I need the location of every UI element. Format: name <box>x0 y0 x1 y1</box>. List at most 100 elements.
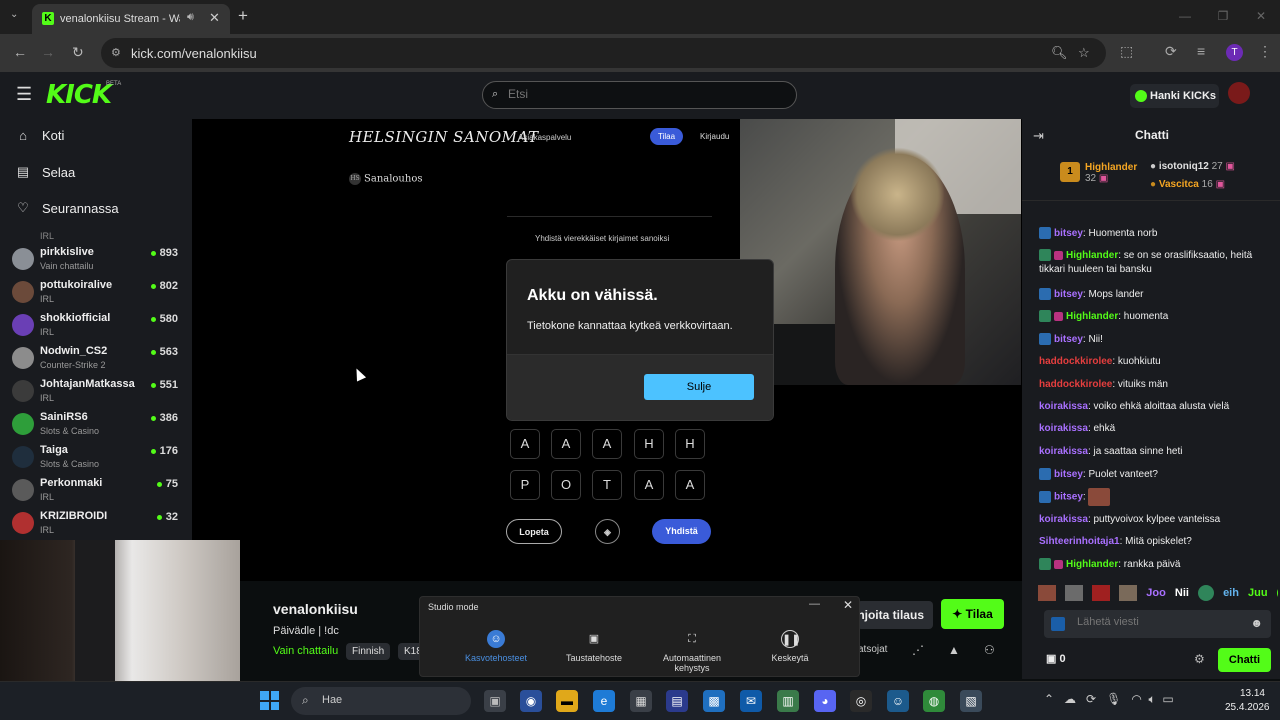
close-window-button[interactable]: ✕ <box>1242 0 1280 34</box>
auto-framing-toggle[interactable]: ⛶ Automaattinen kehystys <box>647 630 737 673</box>
top-gifter[interactable]: ● Vascitca 16 ▣ <box>1150 179 1225 190</box>
channel-name[interactable]: venalonkiisu <box>273 601 358 617</box>
close-tab-icon[interactable]: ✕ <box>209 10 220 26</box>
sidebar-item-home[interactable]: ⌂ Koti <box>16 128 64 143</box>
chat-username[interactable]: bitsey <box>1054 289 1083 300</box>
stream-category[interactable]: Vain chattailu <box>273 645 338 657</box>
extensions-icon[interactable]: ⬚ <box>1120 43 1133 60</box>
close-dialog-button[interactable]: Sulje <box>644 374 754 400</box>
chat-username[interactable]: bitsey <box>1054 492 1083 503</box>
chat-username[interactable]: Highlander <box>1066 311 1118 322</box>
chat-username[interactable]: haddockkirolee <box>1039 356 1112 367</box>
emote-icon[interactable] <box>1092 585 1111 601</box>
address-bar[interactable]: ⚙︎ kick.com/venalonkiisu 🔍︎ ☆ <box>101 38 1106 68</box>
top-gifter[interactable]: Highlander 32 ▣ <box>1085 162 1137 184</box>
chat-username[interactable]: koirakissa <box>1039 514 1088 525</box>
channel-item-pottukoiralive[interactable]: pottukoiralive IRL 802 <box>12 278 182 311</box>
chat-input-box[interactable]: ☻ <box>1044 610 1271 638</box>
channel-item-taiga[interactable]: Taiga Slots & Casino 176 <box>12 443 182 476</box>
follow-button[interactable]: ✦ Tilaa <box>941 599 1004 629</box>
sidebar-item-following[interactable]: ♡ Seurannassa <box>16 200 118 216</box>
user-avatar[interactable] <box>1228 82 1250 104</box>
emote-text[interactable]: Nii <box>1175 587 1189 599</box>
pause-effects-button[interactable]: ❚❚ Keskeytä <box>745 630 835 663</box>
emote-icon[interactable] <box>1065 585 1084 601</box>
chat-username[interactable]: bitsey <box>1054 469 1083 480</box>
notepad-icon[interactable]: ▥ <box>777 690 799 712</box>
channel-item-krizibroidi[interactable]: KRIZIBROIDI IRL 32 <box>12 509 182 542</box>
zoom-icon[interactable]: 🔍︎ <box>1051 45 1068 61</box>
emote-icon[interactable] <box>1038 585 1056 601</box>
reload-button[interactable]: ↻ <box>72 44 84 61</box>
emoji-picker-icon[interactable]: ☻ <box>1250 616 1263 630</box>
stream-tag[interactable]: Finnish <box>346 643 391 660</box>
channel-item-shokkiofficial[interactable]: shokkiofficial IRL 580 <box>12 311 182 344</box>
chat-username[interactable]: bitsey <box>1054 334 1083 345</box>
report-warning-icon[interactable]: ▲ <box>948 643 960 657</box>
chat-username[interactable]: haddockkirolee <box>1039 379 1112 390</box>
app-icon[interactable]: ☺ <box>887 690 909 712</box>
maximize-button[interactable]: ❐ <box>1204 0 1242 34</box>
chat-username[interactable]: bitsey <box>1054 228 1083 239</box>
site-info-icon[interactable]: ⚙︎ <box>111 46 121 59</box>
browser-menu-icon[interactable]: ⋮ <box>1258 43 1272 60</box>
search-input[interactable] <box>508 87 778 101</box>
profile-avatar[interactable]: T <box>1226 44 1243 61</box>
emote-text[interactable]: Juu <box>1248 587 1268 599</box>
widgets-icon[interactable]: ◉ <box>520 690 542 712</box>
taskbar-search[interactable]: ⌕ Hae <box>291 687 471 715</box>
discord-icon[interactable]: ◕ <box>814 690 836 712</box>
app-icon[interactable]: ▧ <box>960 690 982 712</box>
chat-username[interactable]: koirakissa <box>1039 423 1088 434</box>
gift-subscription-button[interactable]: hjoita tilaus <box>857 601 933 629</box>
chat-username[interactable]: Sihteerinhoitaja1 <box>1039 536 1120 547</box>
emote-icon[interactable] <box>1198 585 1214 601</box>
face-effects-toggle[interactable]: ☺ Kasvotehosteet <box>451 630 541 663</box>
photos-icon[interactable]: ▩ <box>703 690 725 712</box>
kicks-balance[interactable]: ▣ 0 <box>1046 652 1066 665</box>
close-icon[interactable]: ✕ <box>843 598 853 612</box>
chat-settings-icon[interactable]: ⚙︎ <box>1194 652 1205 666</box>
app-icon[interactable]: ▤ <box>666 690 688 712</box>
edge-browser-icon[interactable]: e <box>593 690 615 712</box>
share-icon[interactable]: ⋰ <box>912 643 924 657</box>
collapse-chat-icon[interactable]: ⇥ <box>1033 128 1044 144</box>
mail-icon[interactable]: ✉ <box>740 690 762 712</box>
sync-icon[interactable]: ⟳ <box>1165 43 1177 60</box>
bookmark-star-icon[interactable]: ☆ <box>1078 45 1090 61</box>
back-button[interactable]: ← <box>13 44 27 60</box>
channel-item-perkonmaki[interactable]: Perkonmaki IRL 75 <box>12 476 182 509</box>
site-search[interactable]: ⌕ <box>482 81 797 109</box>
chat-username[interactable]: Highlander <box>1066 559 1118 570</box>
obs-icon[interactable]: ◎ <box>850 690 872 712</box>
channel-item-pirkkislive[interactable]: pirkkislive Vain chattailu 893 <box>12 245 182 278</box>
menu-icon[interactable]: ☰ <box>16 84 32 105</box>
sidebar-item-browse[interactable]: ▤ Selaa <box>16 164 75 180</box>
chat-send-button[interactable]: Chatti <box>1218 648 1271 672</box>
get-kicks-button[interactable]: Hanki KICKs <box>1130 84 1219 108</box>
store-icon[interactable]: ▦ <box>630 690 652 712</box>
emote-text[interactable]: eih <box>1223 587 1239 599</box>
task-view-icon[interactable]: ▣ <box>484 690 506 712</box>
chat-input[interactable] <box>1077 616 1237 628</box>
chrome-icon[interactable]: ◍ <box>923 690 945 712</box>
emote-icon[interactable] <box>1276 585 1278 601</box>
emote-text[interactable]: Joo <box>1146 587 1166 599</box>
user-settings-icon[interactable]: ⚇ <box>984 643 995 657</box>
browser-tab[interactable]: K venalonkiisu Stream - Watch 🔊︎ ✕ <box>32 4 230 34</box>
channel-item-nodwin-cs2[interactable]: Nodwin_CS2 Counter-Strike 2 563 <box>12 344 182 377</box>
kick-logo[interactable]: KICK <box>46 80 112 110</box>
chat-username[interactable]: koirakissa <box>1039 401 1088 412</box>
forward-button[interactable]: → <box>41 44 55 60</box>
minimize-icon[interactable]: — <box>809 598 820 610</box>
chat-username[interactable]: koirakissa <box>1039 446 1088 457</box>
emote-icon[interactable] <box>1119 585 1138 601</box>
file-explorer-icon[interactable]: ▬ <box>556 690 578 712</box>
reading-list-icon[interactable]: ≡ <box>1197 43 1205 59</box>
system-tray[interactable]: ⌃ ☁ ⟳ 🎙︎ ◠ 🔈︎ ▭ <box>1044 692 1174 707</box>
audio-playing-icon[interactable]: 🔊︎ <box>187 11 194 24</box>
tab-list-chevron-icon[interactable]: ⌄ <box>10 9 18 20</box>
windows-start-icon[interactable] <box>260 691 279 710</box>
new-tab-button[interactable]: + <box>238 6 248 26</box>
channel-item-johtajanmatkassa[interactable]: JohtajanMatkassa IRL 551 <box>12 377 182 410</box>
